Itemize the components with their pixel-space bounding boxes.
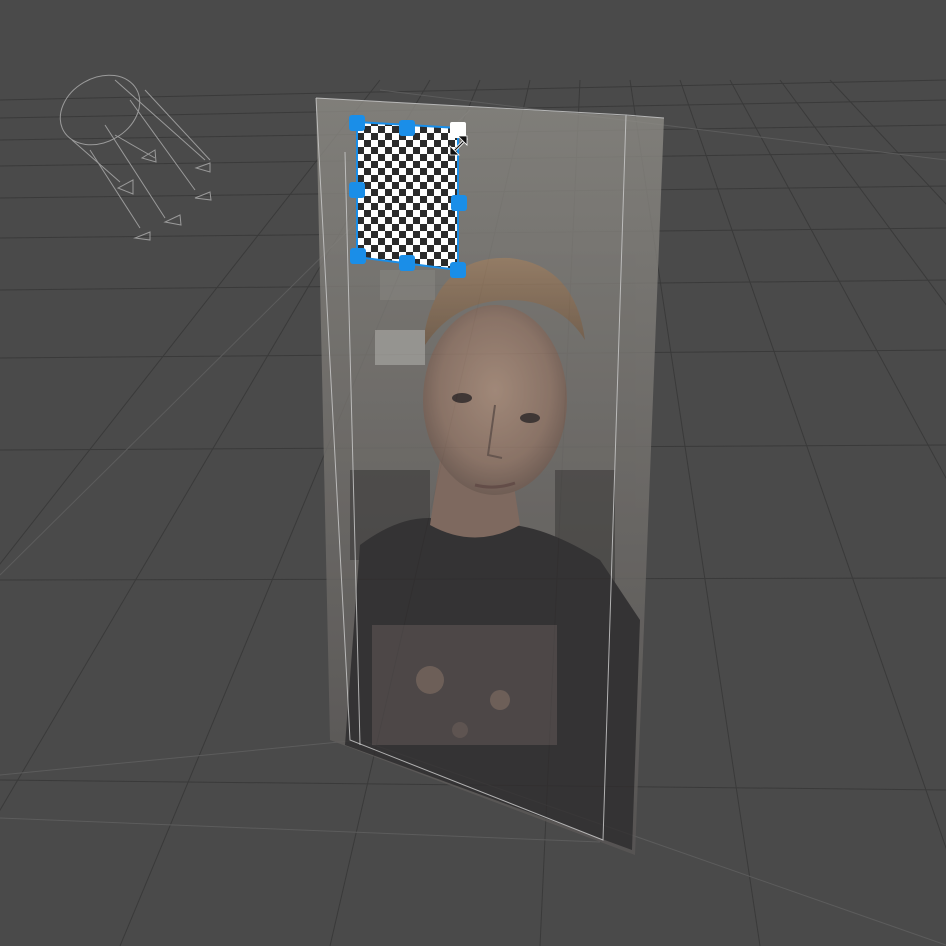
scene-view[interactable] [0, 0, 946, 946]
resize-handle-bottom-right[interactable] [450, 262, 466, 278]
resize-handle-right[interactable] [451, 195, 467, 211]
directional-light-icon[interactable] [48, 61, 212, 241]
resize-handle-left[interactable] [349, 182, 365, 198]
resize-handle-top[interactable] [399, 120, 415, 136]
selected-sprite[interactable] [349, 115, 467, 278]
resize-handle-top-left[interactable] [349, 115, 365, 131]
resize-handle-bottom[interactable] [399, 255, 415, 271]
scene-viewport[interactable] [0, 0, 946, 946]
resize-handle-bottom-left[interactable] [350, 248, 366, 264]
